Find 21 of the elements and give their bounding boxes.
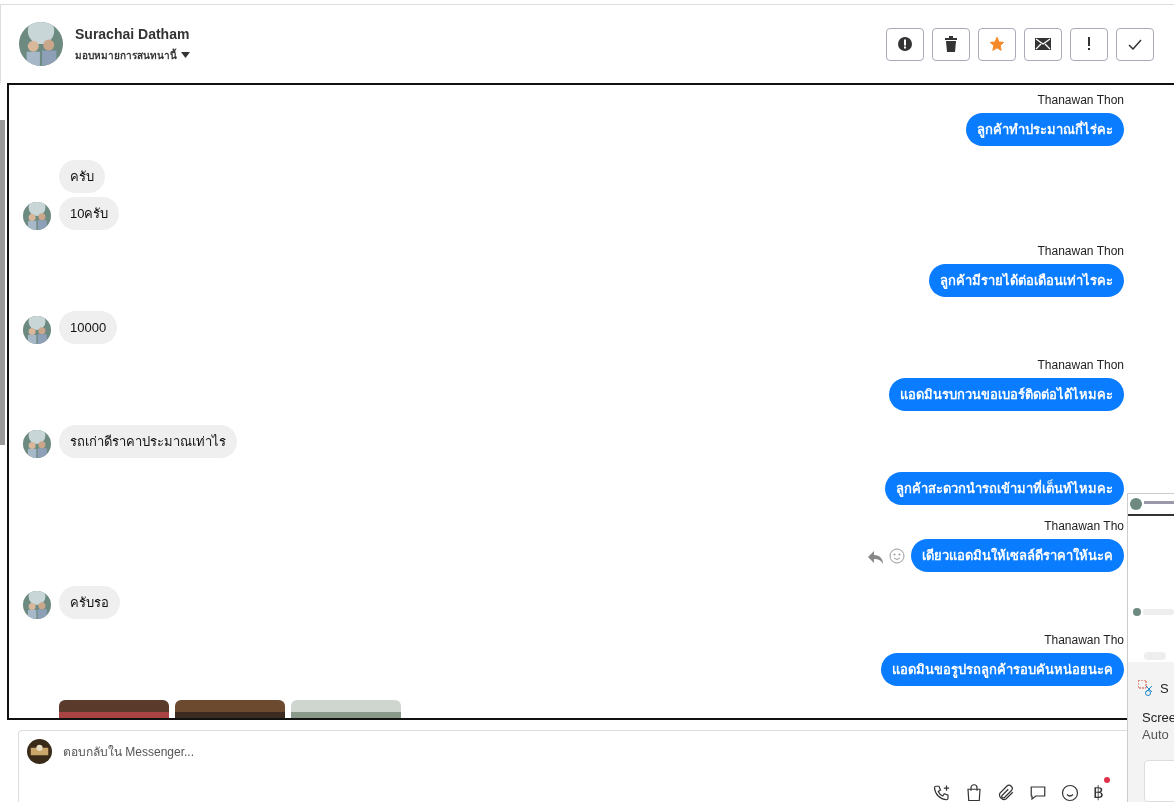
message-bubble: ลูกค้าทำประมาณกี่ไร่คะ [966,113,1124,146]
sender-name: Thanawan Thon [1037,244,1124,258]
message-bubble: แอดมินขอรูปรถลูกค้ารอบคันหน่อยนะค [881,653,1124,686]
message-bubble: ครับ [59,160,105,193]
sender-name: Thanawan Thon [1037,93,1124,107]
message-bubble: ลูกค้าสะดวกนำรถเข้ามาที่เต็นท์ไหมคะ [885,472,1124,505]
message-bubble: รถเก่าดีราคาประมาณเท่าไร [59,425,237,458]
sender-name: Thanawan Tho [1044,633,1124,647]
notification-body: Auto [1141,726,1170,742]
message-bubble: 10000 [59,311,118,344]
payment-button[interactable]: ฿ [1093,777,1110,802]
message-bubble: ครับรอ [59,586,120,619]
assign-dropdown[interactable]: มอบหมายการสนทนานี้ [75,47,886,63]
sender-name: Thanawan Tho [1044,519,1124,533]
message-bubble: 10ครับ [59,197,120,230]
sender-name: Thanawan Thon [1037,358,1124,372]
notification-app: S [1160,680,1169,696]
message-bubble: แอดมินรบกวนขอเบอร์ติดต่อได้ไหมคะ [889,378,1124,411]
message-bubble: เดียวแอดมินให้เซลล์ดีราคาให้นะค [911,539,1124,572]
message-bubble: ลูกค้ามีรายได้ต่อเดือนเท่าไรคะ [929,264,1124,297]
contact-name: Surachai Datham [75,25,191,42]
